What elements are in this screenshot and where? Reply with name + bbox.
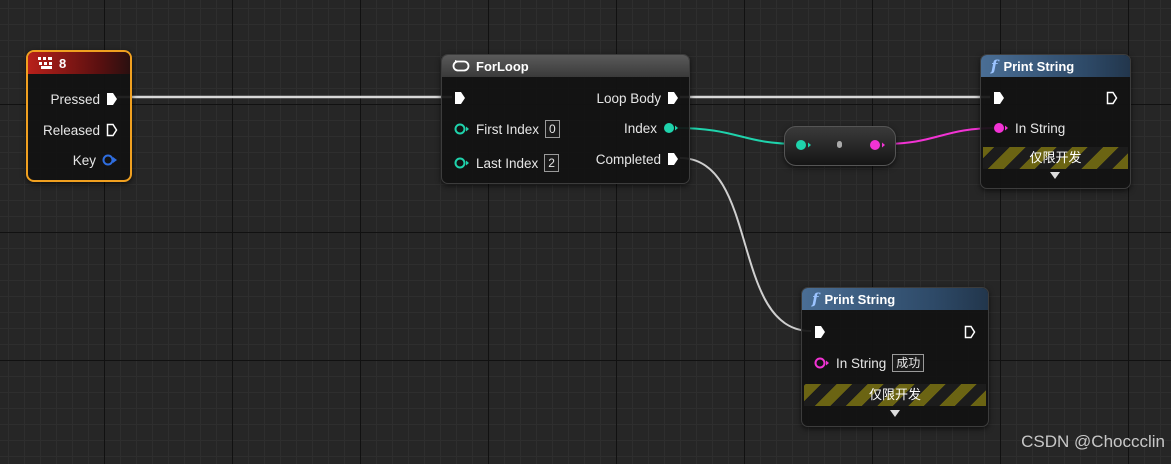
watermark: CSDN @Choccclin bbox=[1021, 432, 1165, 451]
index-row[interactable]: Index bbox=[624, 118, 679, 138]
int-pin-filled-icon[interactable] bbox=[663, 122, 679, 134]
loop-body-row[interactable]: Loop Body bbox=[596, 88, 679, 108]
exec-wire-completed-to-print2 bbox=[679, 157, 812, 332]
last-index-row[interactable]: Last Index 2 bbox=[454, 153, 559, 173]
index-label: Index bbox=[623, 120, 657, 136]
completed-label: Completed bbox=[595, 151, 661, 167]
print1-in-string-label: In String bbox=[1015, 120, 1066, 136]
forloop-node[interactable]: ForLoop First Index 0 Last Index 2 Loop … bbox=[441, 54, 690, 184]
loop-icon bbox=[452, 60, 470, 72]
key-event-title: 8 bbox=[59, 55, 67, 71]
development-only-label: 仅限开发 bbox=[868, 387, 921, 402]
expand-arrow-icon[interactable] bbox=[890, 410, 900, 417]
print-string-2-title: Print String bbox=[824, 291, 896, 307]
conversion-dot-icon bbox=[837, 141, 842, 148]
print-string-1-header: f Print String bbox=[981, 55, 1130, 77]
print-string-2-header: f Print String bbox=[802, 288, 988, 310]
print1-in-string-row[interactable]: In String bbox=[993, 118, 1065, 138]
exec-pin-filled-icon[interactable] bbox=[667, 152, 679, 166]
print2-exec-out-pin-icon[interactable] bbox=[964, 325, 976, 339]
keyboard-icon bbox=[38, 57, 52, 69]
key-event-node[interactable]: 8 Pressed Released Key bbox=[26, 50, 132, 182]
print1-exec-in-pin-icon[interactable] bbox=[993, 91, 1005, 105]
key-event-header: 8 bbox=[28, 52, 130, 74]
first-index-input[interactable]: 0 bbox=[545, 120, 560, 138]
string-pin-filled-icon[interactable] bbox=[993, 122, 1009, 134]
released-pin-row[interactable]: Released bbox=[43, 120, 118, 140]
string-output-pin-icon[interactable] bbox=[869, 139, 887, 151]
exec-pin-empty-icon[interactable] bbox=[106, 123, 118, 137]
int-input-pin-icon[interactable] bbox=[795, 139, 813, 151]
released-label: Released bbox=[42, 122, 100, 138]
string-pin-empty-icon[interactable] bbox=[814, 357, 830, 369]
forloop-exec-in-pin-icon[interactable] bbox=[454, 91, 466, 105]
conversion-node[interactable] bbox=[784, 126, 896, 166]
loop-body-label: Loop Body bbox=[596, 90, 661, 106]
function-icon: f bbox=[991, 57, 998, 75]
forloop-title: ForLoop bbox=[476, 58, 529, 74]
pressed-pin-row[interactable]: Pressed bbox=[50, 89, 118, 109]
print2-in-string-row[interactable]: In String 成功 bbox=[814, 353, 925, 373]
print2-exec-in-pin-icon[interactable] bbox=[814, 325, 826, 339]
last-index-input[interactable]: 2 bbox=[544, 154, 559, 172]
print2-in-string-input[interactable]: 成功 bbox=[892, 354, 925, 372]
int-pin-empty-icon[interactable] bbox=[454, 157, 470, 169]
expand-arrow-icon[interactable] bbox=[1050, 172, 1060, 179]
function-icon: f bbox=[812, 290, 819, 308]
forloop-header: ForLoop bbox=[442, 55, 689, 77]
pressed-label: Pressed bbox=[50, 91, 100, 107]
development-only-label: 仅限开发 bbox=[1029, 150, 1082, 165]
print1-exec-out-pin-icon[interactable] bbox=[1106, 91, 1118, 105]
print-string-node-2[interactable]: f Print String In String 成功 仅限开发 bbox=[801, 287, 989, 427]
first-index-label: First Index bbox=[476, 121, 540, 137]
print2-in-string-label: In String bbox=[836, 355, 887, 371]
print-string-node-1[interactable]: f Print String In String 仅限开发 bbox=[980, 54, 1131, 189]
key-struct-pin-icon[interactable] bbox=[102, 154, 118, 166]
key-label: Key bbox=[72, 152, 96, 168]
int-wire-index-to-convert bbox=[674, 127, 801, 145]
development-only-banner: 仅限开发 bbox=[983, 147, 1128, 169]
print-string-1-title: Print String bbox=[1003, 58, 1075, 74]
last-index-label: Last Index bbox=[476, 155, 539, 171]
exec-pin-filled-icon[interactable] bbox=[667, 91, 679, 105]
completed-row[interactable]: Completed bbox=[596, 149, 679, 169]
first-index-row[interactable]: First Index 0 bbox=[454, 119, 560, 139]
int-pin-empty-icon[interactable] bbox=[454, 123, 470, 135]
key-pin-row[interactable]: Key bbox=[73, 150, 118, 170]
development-only-banner: 仅限开发 bbox=[804, 384, 986, 406]
exec-pin-filled-icon[interactable] bbox=[106, 92, 118, 106]
